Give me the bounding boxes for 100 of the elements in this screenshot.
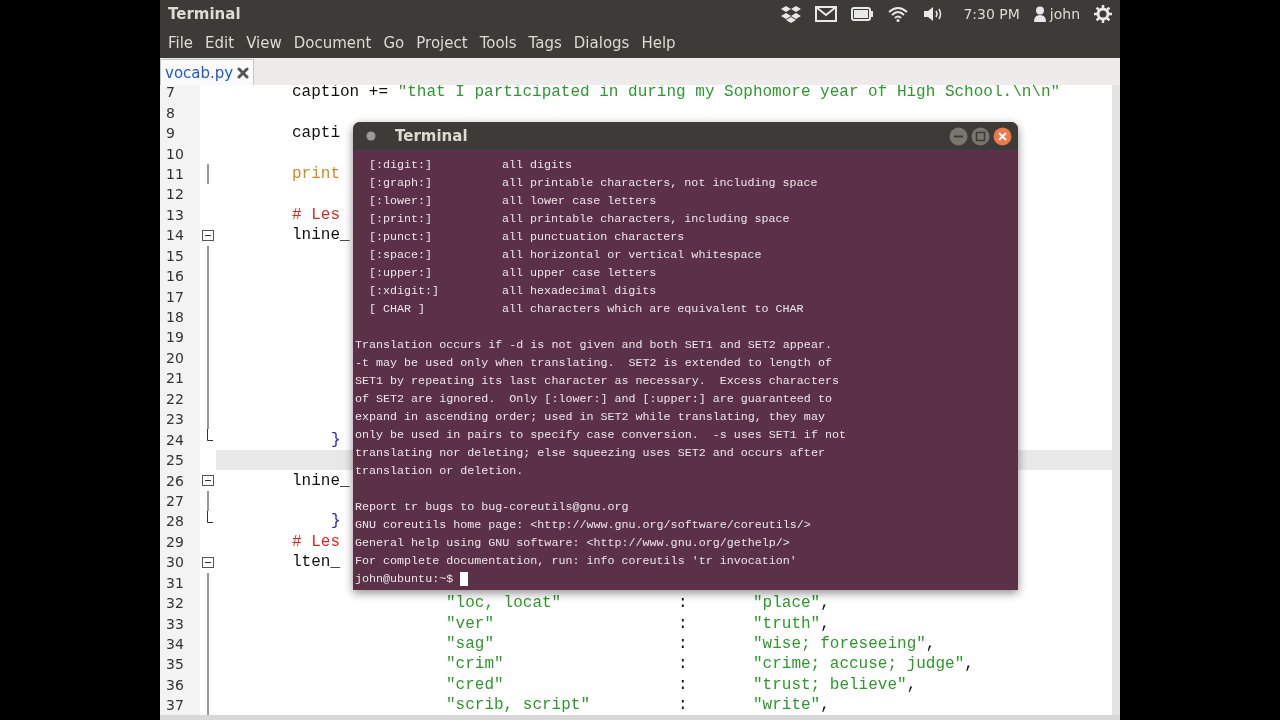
user-name: john xyxy=(1049,6,1080,22)
code-text: # Les xyxy=(292,532,340,551)
code-text: "cred" xyxy=(446,675,505,694)
line-number: 26 xyxy=(166,472,184,489)
code-text: : xyxy=(678,655,689,674)
terminal-text: [:lower:] xyxy=(368,193,434,210)
code-text: "crime; accuse; judge" xyxy=(753,655,965,674)
terminal-text: expand in ascending order; used in SET2 while translating, they may xyxy=(355,409,826,426)
terminal-text: [:print:] xyxy=(368,211,434,228)
terminal-text: all digits xyxy=(502,157,573,174)
code-text: , xyxy=(820,614,830,633)
menu-item[interactable]: View xyxy=(240,31,288,55)
line-number: 19 xyxy=(166,329,184,346)
menu-item[interactable]: Help xyxy=(635,31,682,55)
code-text: "sag" xyxy=(446,635,495,654)
menu-item[interactable]: Tools xyxy=(473,31,523,55)
code-text: "scrib, script" xyxy=(446,696,592,715)
code-text: : xyxy=(678,614,689,633)
code-text: "trust; believe" xyxy=(753,675,907,694)
terminal-text: Translation occurs if -d is not given and both SET1 and SET2 appear. xyxy=(355,337,833,354)
terminal-text: all punctuation characters xyxy=(502,229,685,246)
window-title: Terminal xyxy=(168,5,241,23)
menu-item[interactable]: Project xyxy=(410,31,474,55)
window-title: Terminal xyxy=(395,127,469,145)
minimize-icon[interactable] xyxy=(949,126,968,146)
fold-end-icon xyxy=(207,511,213,524)
terminal-text: [ CHAR ] xyxy=(368,301,427,318)
menu-item[interactable]: Document xyxy=(287,31,378,55)
line-number: 15 xyxy=(166,247,184,264)
line-number: 25 xyxy=(166,452,184,469)
line-number: 21 xyxy=(166,370,184,387)
code-text: } xyxy=(331,512,341,531)
wifi-icon[interactable] xyxy=(887,6,910,22)
line-number: 10 xyxy=(166,145,184,162)
code-text: # Les xyxy=(292,205,340,224)
terminal-text: [:upper:] xyxy=(368,265,434,282)
battery-icon[interactable] xyxy=(851,7,874,21)
line-number: 8 xyxy=(166,104,175,121)
menu-item[interactable]: Dialogs xyxy=(567,31,636,55)
code-text: "wise; foreseeing" xyxy=(753,635,926,654)
line-number: 36 xyxy=(166,676,184,693)
terminal-text: General help using GNU software: <http://www.gnu.org/gethelp/> xyxy=(355,535,791,552)
terminal-text: GNU coreutils home page: <http://www.gnu.org/software/coreutils/> xyxy=(355,517,812,534)
terminal-text: [:punct:] xyxy=(368,229,434,246)
menu-item[interactable]: Tags xyxy=(522,31,568,55)
line-number: 34 xyxy=(166,636,184,653)
menu-item[interactable]: Edit xyxy=(199,31,241,55)
line-number: 13 xyxy=(166,206,184,223)
close-icon[interactable] xyxy=(237,66,250,79)
box-icon[interactable] xyxy=(781,5,802,23)
line-number: 14 xyxy=(166,227,184,244)
line-number: 16 xyxy=(166,268,184,285)
terminal-text: Report tr bugs to bug-coreutils@gnu.org xyxy=(355,499,630,516)
line-number: 24 xyxy=(166,431,184,448)
code-text: lten_ xyxy=(292,553,340,572)
code-text: "ver" xyxy=(446,614,495,633)
terminal-text: SET1 by repeating its last character as necessary. Excess characters xyxy=(355,373,840,390)
terminal-text: all upper case letters xyxy=(502,265,657,282)
line-number: 18 xyxy=(166,309,184,326)
line-number: 37 xyxy=(166,697,184,714)
terminal-text: [:space:] xyxy=(368,247,434,264)
code-text: print xyxy=(292,164,340,183)
line-number: 17 xyxy=(166,288,184,305)
code-text: : xyxy=(678,594,689,613)
code-text: "crim" xyxy=(446,655,505,674)
terminal-text: all characters which are equivalent to CHAR xyxy=(502,301,804,318)
clock[interactable]: 7:30 PM xyxy=(963,6,1020,22)
line-number: 31 xyxy=(166,574,184,591)
fold-toggle-icon[interactable] xyxy=(202,557,214,569)
terminal-prompt: john@ubuntu:~$ xyxy=(355,571,454,588)
terminal-text: all hexadecimal digits xyxy=(502,283,657,300)
code-text: "truth" xyxy=(753,614,821,633)
terminal-text: [:xdigit:] xyxy=(368,283,441,300)
gear-icon[interactable] xyxy=(1094,5,1112,23)
user-menu[interactable]: john xyxy=(1033,6,1080,22)
terminal-text: only be used in pairs to specify case conversion. -s uses SET1 if not xyxy=(355,427,847,444)
code-text: } xyxy=(331,430,341,449)
code-text: , xyxy=(906,675,917,694)
code-text: , xyxy=(925,635,936,654)
code-text: lnine_ xyxy=(292,226,350,245)
terminal-text: of SET2 are ignored. Only [:lower:] and [:upper:] are guaranteed to xyxy=(355,391,833,408)
file-tab[interactable]: vocab.py xyxy=(160,59,255,85)
fold-toggle-icon[interactable] xyxy=(202,230,214,242)
code-text: "loc, locat" xyxy=(446,594,563,613)
line-number: 7 xyxy=(166,85,175,101)
line-number: 11 xyxy=(166,165,184,182)
fold-line-icon xyxy=(207,490,209,512)
line-number: 35 xyxy=(166,656,184,673)
terminal-text: translation or deletion. xyxy=(355,463,525,480)
scrollbar[interactable] xyxy=(1112,85,1120,715)
close-icon[interactable] xyxy=(993,126,1012,146)
fold-toggle-icon[interactable] xyxy=(202,475,214,487)
line-number: 27 xyxy=(166,492,184,509)
fold-line-icon xyxy=(207,163,209,185)
mail-icon[interactable] xyxy=(815,6,838,22)
terminal-text: all horizontal or vertical whitespace xyxy=(502,247,762,264)
code-text: lnine_ xyxy=(292,471,350,490)
line-number: 29 xyxy=(166,533,184,550)
menu-item[interactable]: File xyxy=(162,31,200,55)
menu-item[interactable]: Go xyxy=(377,31,411,55)
